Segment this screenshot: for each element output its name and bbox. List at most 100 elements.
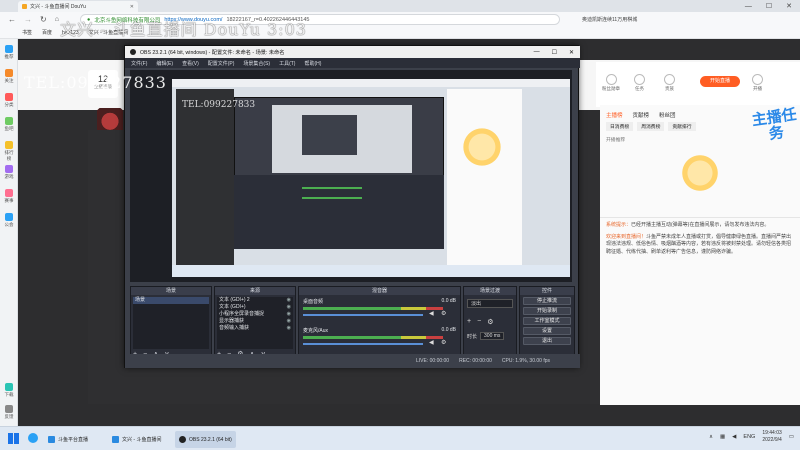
menu-file[interactable]: 文件(F): [131, 60, 147, 67]
menu-view[interactable]: 查看(V): [182, 60, 199, 67]
source-item[interactable]: 文本 (GDI+) ◉: [217, 304, 293, 311]
sidebar-item-yuba[interactable]: 鱼吧: [3, 117, 15, 132]
minimize-button[interactable]: —: [745, 3, 752, 10]
chevron-up-icon[interactable]: ∧: [709, 434, 713, 440]
maximize-button[interactable]: ☐: [766, 2, 772, 10]
task-button[interactable]: 任务: [634, 74, 645, 92]
gear-icon[interactable]: ⚙: [441, 339, 446, 346]
sidebar-item-category[interactable]: 分类: [3, 93, 15, 108]
noble-button[interactable]: 贵族: [664, 74, 675, 92]
close-button[interactable]: ✕: [786, 2, 792, 10]
obs-close-button[interactable]: ✕: [569, 49, 574, 56]
room-toolbar: 粉丝勋章 任务 贵族 开始直播 开播: [596, 62, 800, 107]
scene-item[interactable]: 场景: [133, 297, 209, 304]
menu-profile[interactable]: 配置文件(P): [208, 60, 235, 67]
start-recording-button[interactable]: 开始录制: [523, 307, 571, 315]
settings-button[interactable]: 设置: [523, 327, 571, 335]
start-live-button[interactable]: 开始直播: [700, 76, 740, 87]
bookmark-item[interactable]: 百度: [42, 29, 52, 36]
sidebar-item-game[interactable]: 游戏: [3, 165, 15, 180]
menu-edit[interactable]: 编辑(E): [156, 60, 173, 67]
eye-icon[interactable]: ◉: [287, 325, 293, 332]
flag-icon: [5, 189, 13, 197]
scenes-dock: 场景 场景 +−∧∨: [130, 286, 212, 362]
tab-contrib-rank[interactable]: 贡献榜: [633, 111, 650, 119]
back-icon[interactable]: ←: [8, 15, 16, 24]
news-ticker[interactable]: 奥迪凯斯连续11万用棋城: [582, 16, 637, 23]
browser-tab[interactable]: 文兴 - 斗鱼直播间 DouYu ✕: [18, 1, 138, 12]
gear-icon[interactable]: ⚙: [441, 310, 446, 317]
subtab-weekly[interactable]: 周消费榜: [637, 122, 665, 131]
broadcast-button[interactable]: 开播: [752, 74, 763, 92]
edge-icon[interactable]: [28, 433, 38, 443]
camera-icon: [752, 74, 763, 85]
volume-slider[interactable]: [303, 314, 423, 316]
notification-icon[interactable]: ▭: [789, 434, 794, 440]
sidebar-item-guild[interactable]: 公会: [3, 213, 15, 228]
menu-help[interactable]: 帮助(H): [304, 60, 321, 67]
reload-icon[interactable]: ↻: [40, 15, 47, 24]
level-meter: [303, 336, 443, 339]
volume-icon[interactable]: ◀: [732, 434, 736, 440]
speaker-icon[interactable]: ◀: [429, 310, 434, 317]
forward-icon[interactable]: →: [24, 15, 32, 24]
tab-fan-club[interactable]: 粉丝团: [659, 111, 676, 119]
eye-icon[interactable]: ◉: [287, 304, 293, 311]
source-item[interactable]: 显示器捕获 ◉: [217, 318, 293, 325]
subtab-contrib[interactable]: 贡献排行: [668, 122, 696, 131]
taskbar-item[interactable]: 文兴 - 斗鱼直播间: [108, 431, 165, 448]
duration-input[interactable]: 300 ms: [480, 332, 505, 340]
rec-timer: REC: 00:00:00: [459, 358, 492, 364]
source-item[interactable]: 文本 (GDI+) 2 ◉: [217, 297, 293, 304]
volume-slider[interactable]: [303, 343, 423, 345]
system-tray: ∧ ▦ ◀ ENG 19:44:03 2022/9/4 ▭: [709, 430, 794, 444]
sidebar-item-rank[interactable]: 排行榜: [3, 141, 15, 162]
people-icon: [5, 213, 13, 221]
subtab-daily[interactable]: 日消费榜: [606, 122, 634, 131]
speaker-icon[interactable]: ◀: [429, 339, 434, 346]
menu-tools[interactable]: 工具(T): [279, 60, 295, 67]
clock[interactable]: 19:44:03 2022/9/4: [762, 430, 781, 444]
sidebar-item-feedback[interactable]: 反馈: [3, 405, 15, 420]
eye-icon[interactable]: ◉: [287, 297, 293, 304]
rules-message: 欢迎来到直播间！斗鱼严禁未成年人直播或打赏，倡导健康绿色直播。直播间严禁出现违法…: [606, 233, 792, 255]
source-item[interactable]: 音频输入捕获 ◉: [217, 325, 293, 332]
promo-badge[interactable]: 主播任务: [749, 106, 800, 153]
exit-button[interactable]: 退出: [523, 337, 571, 345]
sidebar-item-match[interactable]: 赛事: [3, 189, 15, 204]
obs-logo-icon: [179, 436, 186, 443]
sidebar-item-recommend[interactable]: 推荐: [3, 45, 15, 60]
controls-dock: 控件 停止推流 开始录制 工作室模式 设置 退出: [519, 286, 575, 362]
remove-transition-button[interactable]: −: [477, 318, 481, 326]
sidebar-item-follow[interactable]: 关注: [3, 69, 15, 84]
obs-titlebar: OBS 23.2.1 (64 bit, windows) - 配置文件: 未命名…: [125, 46, 580, 58]
grid-icon: [5, 93, 13, 101]
channel-level: 0.0 dB: [441, 298, 456, 304]
sidebar-item-download[interactable]: 下载: [3, 383, 15, 398]
start-icon[interactable]: [8, 433, 19, 444]
taskbar-item-obs[interactable]: OBS 23.2.1 (64 bit): [175, 431, 236, 448]
watermark-inner: TEL:099227833: [182, 100, 256, 110]
download-icon: [5, 383, 13, 391]
eye-icon[interactable]: ◉: [287, 318, 293, 325]
mixer-title: 混音器: [299, 287, 460, 295]
taskbar-item[interactable]: 斗鱼平台直播: [44, 431, 92, 448]
transition-select[interactable]: 淡出: [467, 299, 513, 308]
fan-badge[interactable]: 粉丝勋章: [602, 74, 620, 92]
add-transition-button[interactable]: +: [467, 318, 471, 326]
transition-settings-icon[interactable]: ⚙: [487, 318, 493, 326]
bookmark-item[interactable]: 书签: [22, 29, 32, 36]
home-icon[interactable]: ⌂: [55, 16, 59, 23]
obs-maximize-button[interactable]: ☐: [552, 49, 557, 56]
obs-minimize-button[interactable]: —: [534, 49, 540, 56]
crown-icon: [664, 74, 675, 85]
network-icon[interactable]: ▦: [720, 434, 725, 440]
eye-icon[interactable]: ◉: [287, 311, 293, 318]
stop-streaming-button[interactable]: 停止推流: [523, 297, 571, 305]
menu-scene-collection[interactable]: 场景集合(S): [243, 60, 270, 67]
tab-anchor-rank[interactable]: 主播榜: [606, 111, 623, 119]
source-item[interactable]: 小程序全屏录音捕捉 ◉: [217, 311, 293, 318]
input-language[interactable]: ENG: [743, 434, 755, 440]
studio-mode-button[interactable]: 工作室模式: [523, 317, 571, 325]
tab-close-icon[interactable]: ✕: [130, 4, 134, 10]
